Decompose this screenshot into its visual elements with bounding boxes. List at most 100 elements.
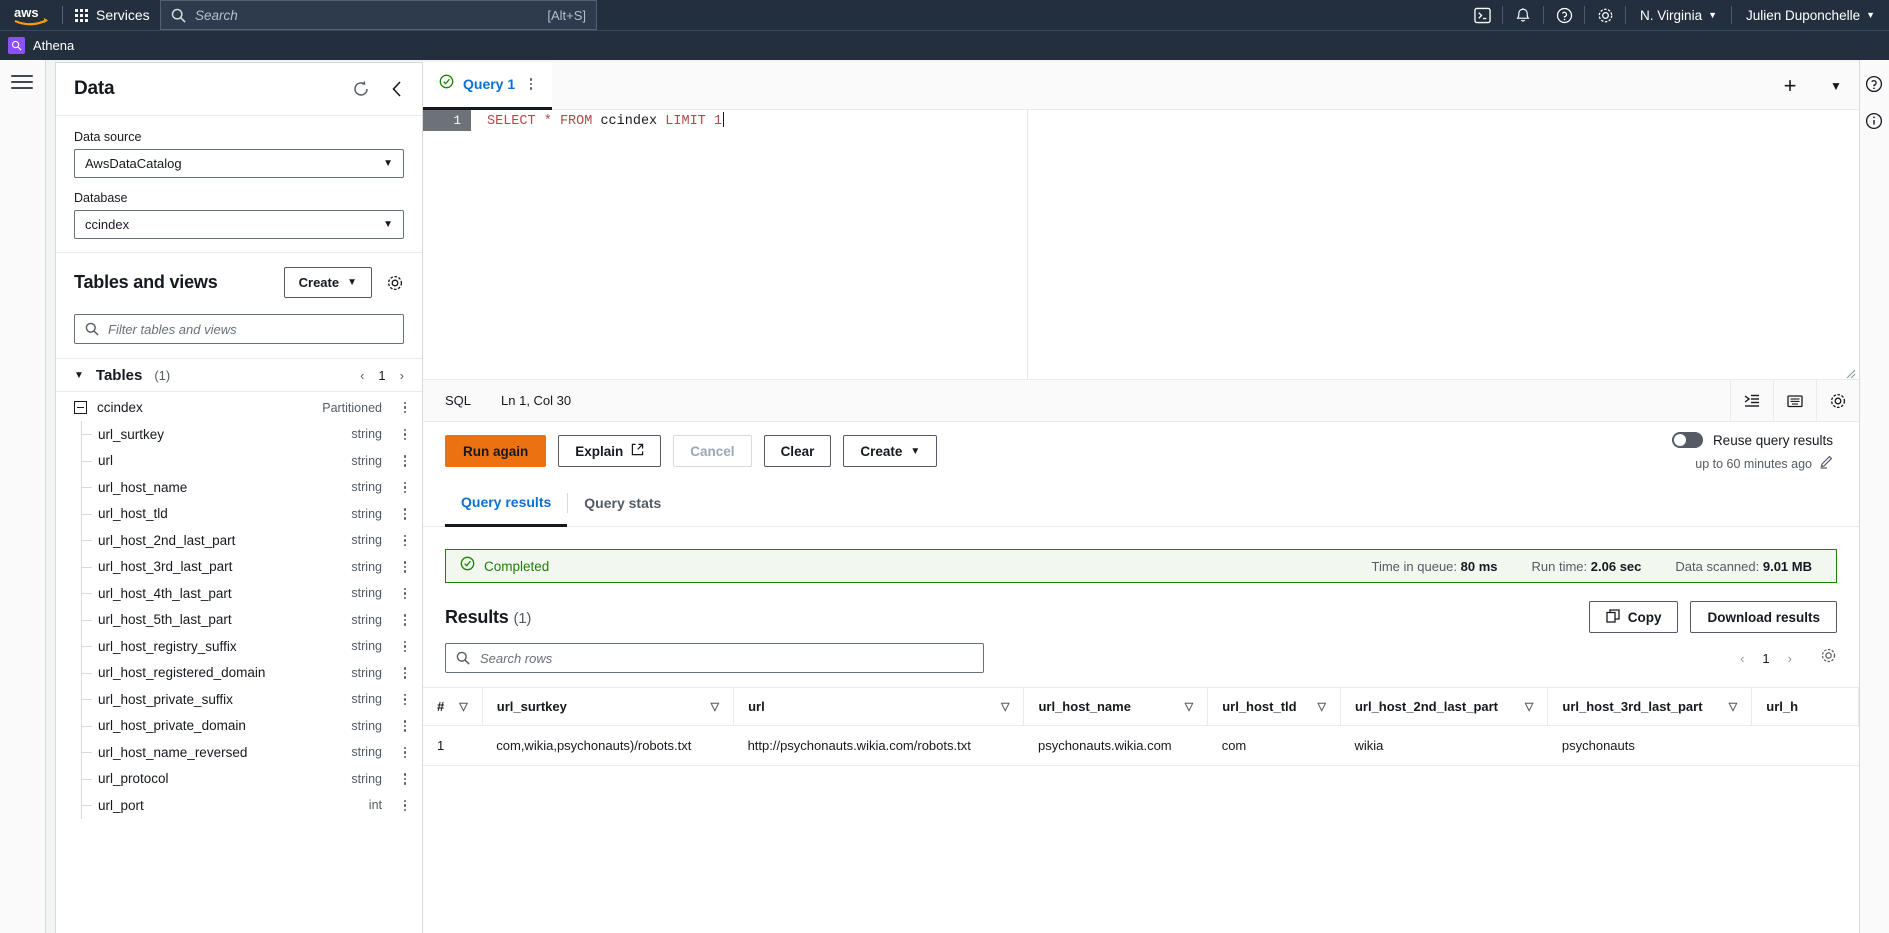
kebab-menu-icon[interactable]	[398, 428, 412, 440]
services-menu-button[interactable]: Services	[63, 0, 162, 30]
cloudshell-icon[interactable]	[1462, 0, 1502, 30]
tree-column-row[interactable]: url_host_private_suffix string	[56, 686, 422, 713]
th-url-host-3rd-last-part[interactable]: url_host_3rd_last_part ▽	[1547, 688, 1753, 726]
database-value: ccindex	[85, 217, 130, 232]
tree-table-ccindex[interactable]: ccindex Partitioned	[56, 394, 422, 421]
aws-logo-icon[interactable]: aws	[0, 0, 62, 30]
tree-column-row[interactable]: url_host_3rd_last_part string	[56, 553, 422, 581]
clear-button[interactable]: Clear	[763, 435, 832, 467]
format-indent-icon[interactable]	[1730, 380, 1773, 422]
svg-text:aws: aws	[14, 5, 39, 20]
reuse-query-results-toggle[interactable]	[1671, 432, 1703, 448]
kebab-menu-icon[interactable]	[398, 455, 412, 467]
th-url-host-name[interactable]: url_host_name ▽	[1023, 688, 1209, 726]
tree-column-row[interactable]: url_host_registry_suffix string	[56, 633, 422, 660]
keyboard-icon[interactable]	[1773, 380, 1816, 422]
sql-editor[interactable]: 1 SELECT * FROM ccindex LIMIT 1	[423, 110, 1859, 380]
kebab-menu-icon[interactable]	[398, 561, 412, 573]
stat-key: Time in queue:	[1371, 558, 1458, 574]
chevron-down-icon[interactable]: ▼	[74, 370, 84, 381]
notifications-bell-icon[interactable]	[1503, 0, 1543, 30]
chevron-right-icon[interactable]: ›	[1788, 651, 1792, 666]
help-panel-icon[interactable]	[1865, 75, 1883, 93]
tree-column-type: string	[351, 427, 382, 442]
chevron-right-icon[interactable]: ›	[400, 368, 404, 383]
chevron-left-icon[interactable]: ‹	[1740, 651, 1744, 666]
create-button[interactable]: Create ▼	[283, 267, 372, 298]
add-query-tab-button[interactable]: +	[1767, 62, 1813, 110]
collapse-icon[interactable]	[74, 401, 87, 414]
th-num[interactable]: # ▽	[423, 688, 483, 726]
create-query-button[interactable]: Create ▼	[843, 435, 938, 467]
tree-column-row[interactable]: url_host_private_domain string	[56, 712, 422, 740]
sql-code-line[interactable]: SELECT * FROM ccindex LIMIT 1	[471, 112, 725, 129]
th-url-host-2nd-last-part[interactable]: url_host_2nd_last_part ▽	[1340, 688, 1549, 726]
tree-column-row[interactable]: url_host_4th_last_part string	[56, 580, 422, 607]
kebab-menu-icon[interactable]	[398, 693, 412, 705]
th-url-surtkey[interactable]: url_surtkey ▽	[482, 688, 735, 726]
tree-column-row[interactable]: url_host_5th_last_part string	[56, 606, 422, 634]
th-url[interactable]: url ▽	[733, 688, 1025, 726]
cell-url-host-3rd-last-part: psychonauts	[1547, 725, 1752, 766]
tree-column-row[interactable]: url_surtkey string	[56, 421, 422, 448]
tree-column-row[interactable]: url_host_name string	[56, 474, 422, 501]
data-panel-header: Data	[56, 63, 422, 116]
kebab-menu-icon[interactable]	[398, 773, 412, 785]
copy-button[interactable]: Copy	[1588, 601, 1679, 633]
tree-column-row[interactable]: url_port int	[56, 792, 422, 819]
tabs-dropdown-button[interactable]: ▼	[1813, 62, 1859, 110]
pencil-icon[interactable]	[1819, 455, 1833, 472]
th-label: url_host_3rd_last_part	[1562, 699, 1703, 714]
gear-icon[interactable]	[1816, 380, 1859, 422]
filter-tables-input[interactable]: Filter tables and views	[74, 314, 404, 344]
help-question-icon[interactable]	[1544, 0, 1584, 30]
tree-column-row[interactable]: url_host_registered_domain string	[56, 659, 422, 687]
sql-table-name: ccindex	[600, 114, 658, 129]
tree-column-row[interactable]: url_host_2nd_last_part string	[56, 527, 422, 554]
kebab-menu-icon[interactable]	[524, 78, 538, 90]
th-url-h-truncated[interactable]: url_h	[1751, 688, 1859, 726]
tree-column-row[interactable]: url_protocol string	[56, 765, 422, 793]
chevron-left-icon[interactable]: ‹	[360, 368, 364, 383]
run-again-button[interactable]: Run again	[445, 435, 547, 467]
tree-column-row[interactable]: url string	[56, 447, 422, 475]
th-url-host-tld[interactable]: url_host_tld ▽	[1207, 688, 1341, 726]
kebab-menu-icon[interactable]	[398, 667, 412, 679]
kebab-menu-icon[interactable]	[398, 799, 412, 811]
copy-label: Copy	[1627, 609, 1662, 625]
refresh-icon[interactable]	[352, 80, 370, 98]
tab-query-results[interactable]: Query results	[445, 480, 568, 527]
table-row[interactable]: 1 com,wikia,psychonauts)/robots.txt http:/…	[423, 725, 1859, 766]
kebab-menu-icon[interactable]	[398, 481, 412, 493]
explain-button[interactable]: Explain	[558, 435, 662, 467]
kebab-menu-icon[interactable]	[398, 587, 412, 599]
chevron-left-icon[interactable]	[390, 80, 404, 98]
download-results-button[interactable]: Download results	[1690, 601, 1837, 633]
kebab-menu-icon[interactable]	[398, 534, 412, 546]
gear-icon[interactable]	[386, 274, 404, 292]
results-page-number: 1	[1762, 650, 1770, 666]
gear-icon[interactable]	[1820, 647, 1837, 669]
tab-query-1[interactable]: Query 1	[423, 61, 553, 110]
database-select[interactable]: ccindex ▼	[74, 210, 404, 239]
search-rows-input[interactable]: Search rows	[445, 643, 984, 673]
tab-query-stats[interactable]: Query stats	[568, 480, 677, 527]
kebab-menu-icon[interactable]	[398, 401, 412, 414]
kebab-menu-icon[interactable]	[398, 614, 412, 626]
global-search-input[interactable]: Search [Alt+S]	[160, 0, 597, 30]
tree-column-row[interactable]: url_host_tld string	[56, 500, 422, 528]
kebab-menu-icon[interactable]	[398, 746, 412, 758]
menu-toggle-icon[interactable]	[11, 75, 33, 93]
info-panel-icon[interactable]	[1865, 112, 1883, 130]
region-selector[interactable]: N. Virginia ▼	[1626, 8, 1731, 23]
tree-column-row[interactable]: url_host_name_reversed string	[56, 739, 422, 766]
settings-gear-icon[interactable]	[1585, 0, 1625, 30]
data-source-select[interactable]: AwsDataCatalog ▼	[74, 149, 404, 178]
account-menu[interactable]: Julien Duponchelle ▼	[1732, 8, 1889, 23]
chevron-down-icon: ▼	[383, 219, 393, 230]
kebab-menu-icon[interactable]	[398, 640, 412, 652]
kebab-menu-icon[interactable]	[398, 508, 412, 520]
editor-resize-handle[interactable]	[1846, 366, 1856, 379]
service-name[interactable]: Athena	[33, 38, 74, 53]
kebab-menu-icon[interactable]	[398, 720, 412, 732]
